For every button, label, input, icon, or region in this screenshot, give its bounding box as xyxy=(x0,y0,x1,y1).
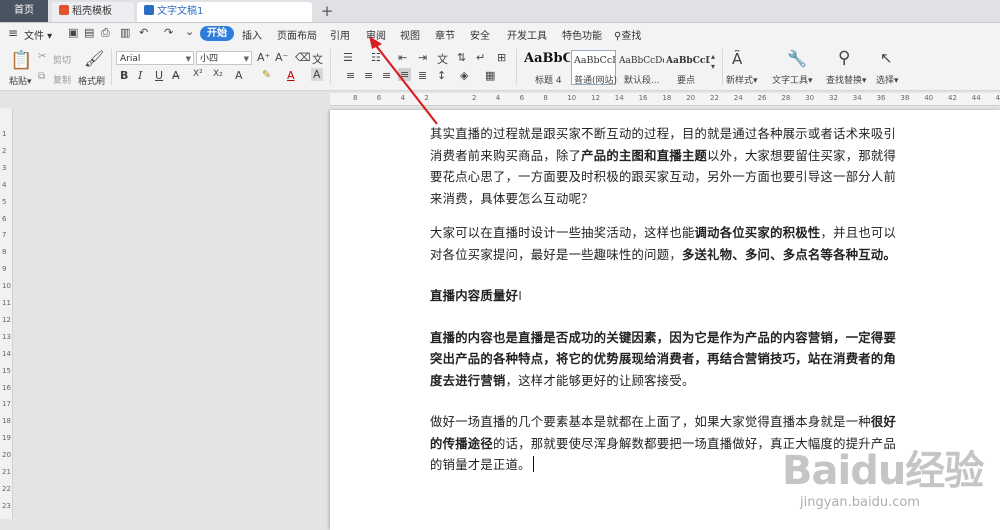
annotation-arrow-head xyxy=(369,36,382,49)
annotation-arrow xyxy=(369,36,438,125)
annotation-arrow-line xyxy=(373,42,438,125)
